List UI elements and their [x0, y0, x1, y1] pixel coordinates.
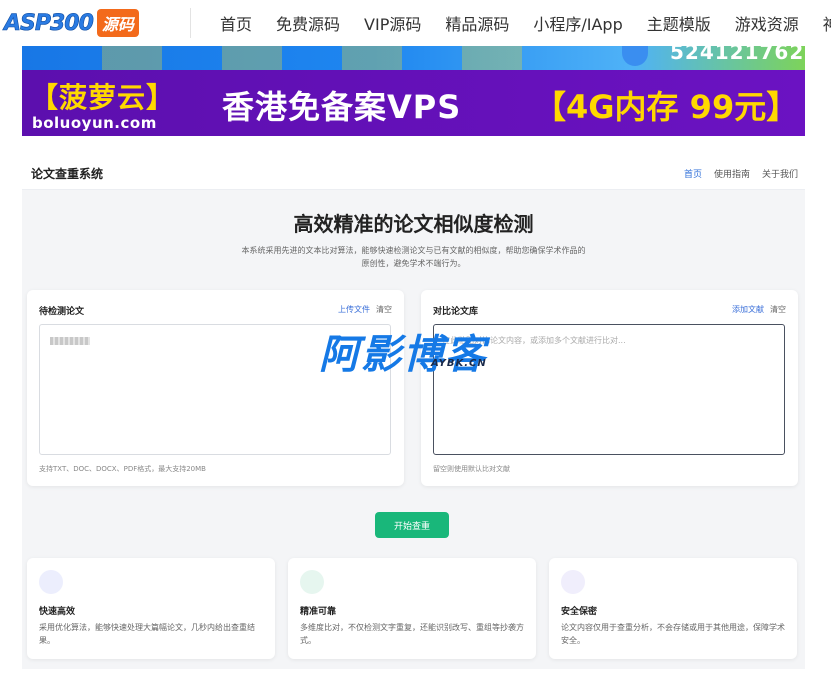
- ad-headline: 香港免备案VPS: [222, 88, 462, 126]
- app-nav: 首页 使用指南 关于我们: [684, 167, 798, 180]
- plagiarism-checker-app: 论文查重系统 首页 使用指南 关于我们 高效精准的论文相似度检测 本系统采用先进…: [22, 155, 805, 669]
- hero-description: 本系统采用先进的文本比对算法，能够快速检测论文与已有文献的相似度，帮助您确保学术…: [241, 246, 586, 268]
- nav-divider: [190, 8, 191, 38]
- right-gutter: [805, 46, 831, 692]
- vps-banner-ad[interactable]: 【菠萝云】 boluoyun.com 香港免备案VPS 【4G内存 99元】: [22, 70, 805, 136]
- app-header: 论文查重系统 首页 使用指南 关于我们: [22, 155, 805, 190]
- source-format-note: 支持TXT、DOC、DOCX、PDF格式，最大支持20MB: [39, 465, 206, 473]
- app-nav-about[interactable]: 关于我们: [762, 167, 798, 180]
- source-paper-panel: 待检测论文 上传文件 清空 支持TXT、DOC、DOCX、PDF格式，最大支持2…: [27, 290, 404, 486]
- source-panel-actions: 上传文件 清空: [338, 304, 392, 315]
- comparison-panel-actions: 添加文献 清空: [732, 304, 786, 315]
- nav-item-themes[interactable]: 主题模版: [647, 11, 711, 35]
- lock-icon: [561, 570, 585, 594]
- banner-phone: 5241217625: [670, 46, 805, 64]
- app-nav-home[interactable]: 首页: [684, 167, 702, 180]
- feature-title: 精准可靠: [300, 607, 337, 617]
- nav-item-vip-source[interactable]: VIP源码: [364, 11, 421, 35]
- upload-file-button[interactable]: 上传文件: [338, 304, 370, 315]
- feature-card-accurate: 精准可靠 多维度比对，不仅检测文字重复，还能识别改写、重组等抄袭方式。: [288, 558, 536, 659]
- comparison-panel-title: 对比论文库: [433, 307, 479, 317]
- feature-title: 安全保密: [561, 607, 598, 617]
- lightning-icon: [39, 570, 63, 594]
- feature-desc: 多维度比对，不仅检测文字重复，还能识别改写、重组等抄袭方式。: [300, 623, 524, 645]
- main-nav: 首页 免费源码 VIP源码 精品源码 小程序/IApp 主题模版 游戏资源 神: [220, 0, 831, 46]
- comparison-textarea[interactable]: 在此粘贴对比论文内容，或添加多个文献进行比对...: [433, 324, 785, 455]
- comparison-library-panel: 对比论文库 添加文献 清空 在此粘贴对比论文内容，或添加多个文献进行比对... …: [421, 290, 798, 486]
- comparison-clear-button[interactable]: 清空: [770, 304, 786, 315]
- site-logo[interactable]: ASP300 源码: [4, 7, 139, 39]
- nav-item-home[interactable]: 首页: [220, 11, 252, 35]
- source-paper-textarea[interactable]: [39, 324, 391, 455]
- banner-stripe: [102, 46, 552, 70]
- feature-card-fast: 快速高效 采用优化算法，能够快速处理大篇幅论文，几秒内给出查重结果。: [27, 558, 275, 659]
- target-icon: [300, 570, 324, 594]
- feature-desc: 采用优化算法，能够快速处理大篇幅论文，几秒内给出查重结果。: [39, 623, 255, 645]
- add-reference-button[interactable]: 添加文献: [732, 304, 764, 315]
- ad-promo: 【4G内存 99元】: [534, 88, 799, 126]
- hero-title: 高效精准的论文相似度检测: [293, 212, 534, 236]
- nav-item-game-resources[interactable]: 游戏资源: [735, 11, 799, 35]
- logo-text: ASP300: [4, 10, 95, 36]
- feature-card-secure: 安全保密 论文内容仅用于查重分析，不会存储或用于其他用途，保障学术安全。: [549, 558, 797, 659]
- nav-item-overflow[interactable]: 神: [823, 11, 831, 35]
- ad-domain: boluoyun.com: [32, 114, 157, 132]
- feature-desc: 论文内容仅用于查重分析，不会存储或用于其他用途，保障学术安全。: [561, 623, 785, 645]
- nav-item-premium-source[interactable]: 精品源码: [445, 11, 509, 35]
- ad-brand: 【菠萝云】: [30, 81, 176, 114]
- nav-item-mini-program[interactable]: 小程序/IApp: [533, 11, 622, 35]
- start-check-button[interactable]: 开始查重: [375, 512, 449, 538]
- source-panel-title: 待检测论文: [39, 307, 85, 317]
- source-clear-button[interactable]: 清空: [376, 304, 392, 315]
- blurred-input-text: [50, 337, 90, 345]
- comparison-note: 留空则使用默认比对文献: [433, 465, 510, 473]
- logo-badge: 源码: [96, 9, 139, 37]
- site-header: ASP300 源码 首页 免费源码 VIP源码 精品源码 小程序/IApp 主题…: [0, 0, 831, 46]
- feature-title: 快速高效: [39, 607, 76, 617]
- shield-icon: [622, 46, 648, 66]
- top-banner-ad[interactable]: 5241217625: [22, 46, 805, 70]
- nav-item-free-source[interactable]: 免费源码: [276, 11, 340, 35]
- app-nav-guide[interactable]: 使用指南: [714, 167, 750, 180]
- app-title: 论文查重系统: [31, 167, 104, 181]
